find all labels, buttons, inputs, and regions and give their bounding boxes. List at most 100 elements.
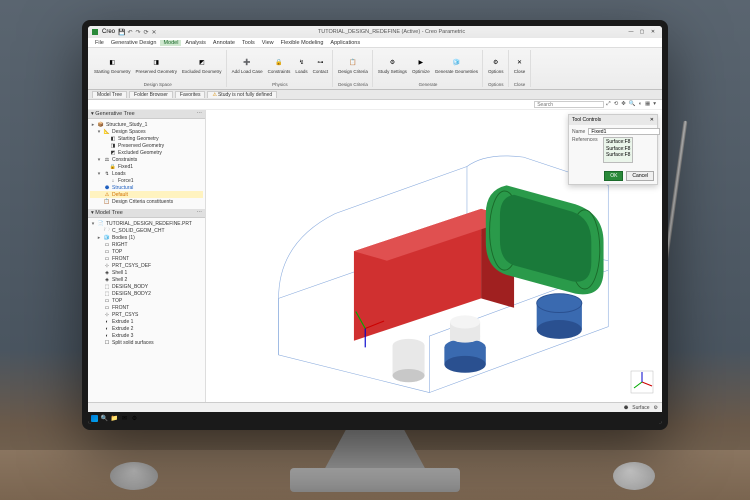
tree-item-fixed1[interactable]: 🔒Fixed1 — [90, 163, 203, 170]
status-item[interactable]: ⚙ — [654, 405, 658, 411]
tool-controls-panel: Tool Controls✕ Name References Surface:F… — [568, 114, 658, 185]
tree-item-design-body[interactable]: ⬚DESIGN_BODY — [90, 283, 203, 290]
menu-model[interactable]: Model — [160, 40, 181, 46]
status-item[interactable]: ⬣ — [624, 405, 628, 411]
tree-item-right[interactable]: ▭RIGHT — [90, 241, 203, 248]
taskbar-app-icon[interactable]: ⚙ — [131, 415, 138, 422]
ok-button[interactable]: OK — [604, 171, 623, 181]
menu-file[interactable]: File — [92, 40, 107, 46]
view-zoom-icon[interactable]: 🔍 — [629, 101, 636, 108]
tree-twisty-icon[interactable]: ▾ — [96, 171, 102, 177]
reference-item[interactable]: Surface:F8 — [606, 139, 630, 146]
refs-label: References — [572, 137, 600, 143]
view-shade-icon[interactable]: ◐ — [639, 101, 642, 108]
tree-item-front[interactable]: ▭FRONT — [90, 255, 203, 262]
menu-flexible-modeling[interactable]: Flexible Modeling — [278, 40, 327, 46]
cancel-button[interactable]: Cancel — [626, 171, 654, 181]
taskbar-app-icon[interactable]: ✉ — [121, 415, 128, 422]
tree-item-force1[interactable]: ↓Force1 — [90, 177, 203, 184]
tree-item-starting-geometry[interactable]: ◧Starting Geometry — [90, 135, 203, 142]
tree-item-design-spaces[interactable]: ▾📐Design Spaces — [90, 128, 203, 135]
view-pan-icon[interactable]: ✥ — [621, 101, 626, 108]
tree-item-bodies-1-[interactable]: ▸🧊Bodies (1) — [90, 234, 203, 241]
tree-item-top[interactable]: ▭TOP — [90, 248, 203, 255]
tree-node-icon: ↯ — [104, 171, 110, 177]
viewport-3d[interactable]: Tool Controls✕ Name References Surface:F… — [206, 110, 662, 402]
tree-item-extrude-2[interactable]: ◐Extrude 2 — [90, 325, 203, 332]
references-list[interactable]: Surface:F8Surface:F8Surface:F8 — [603, 137, 633, 163]
menu-annotate[interactable]: Annotate — [210, 40, 238, 46]
tab-study-is-not-fully-defined[interactable]: Study is not fully defined — [207, 91, 277, 98]
search-input[interactable] — [534, 101, 604, 108]
ribbon-design-criteria[interactable]: 📋Design Criteria — [336, 56, 370, 76]
tree-twisty-icon[interactable]: ▸ — [96, 235, 102, 241]
view-rotate-icon[interactable]: ⟲ — [614, 101, 619, 108]
qat-save-icon[interactable]: 💾 — [119, 29, 125, 35]
ribbon-starting-geometry[interactable]: ◧Starting Geometry — [92, 56, 133, 76]
taskbar-app-icon[interactable]: 🔍 — [101, 415, 108, 422]
tree-item-constraints[interactable]: ▾⚖Constraints — [90, 156, 203, 163]
tree-item-loads[interactable]: ▾↯Loads — [90, 170, 203, 177]
ribbon-add-load-case[interactable]: ➕Add Load Case — [230, 56, 265, 76]
name-input[interactable] — [588, 128, 660, 135]
tree-item-preserved-geometry[interactable]: ◨Preserved Geometry — [90, 142, 203, 149]
menu-view[interactable]: View — [259, 40, 277, 46]
ribbon-generate-geometries[interactable]: 🧊Generate Geometries — [433, 56, 480, 76]
tree-item-c-solid-geom-cht[interactable]: 🗁C_SOLID_GEOM_CHT — [90, 227, 203, 234]
tree-twisty-icon[interactable]: ▾ — [96, 157, 102, 163]
ribbon-contact[interactable]: ⊶Contact — [311, 56, 331, 76]
tree-twisty-icon[interactable]: ▾ — [90, 221, 96, 227]
tree-item-front[interactable]: ▭FRONT — [90, 304, 203, 311]
qat-undo-icon[interactable]: ↶ — [127, 29, 133, 35]
qat-redo-icon[interactable]: ↷ — [135, 29, 141, 35]
ribbon-loads[interactable]: ↯Loads — [293, 56, 309, 76]
ribbon-study-settings[interactable]: ⚙Study Settings — [376, 56, 409, 76]
menu-applications[interactable]: Applications — [327, 40, 363, 46]
tree-item-prt-csys-def[interactable]: ⊹PRT_CSYS_DEF — [90, 262, 203, 269]
menu-tools[interactable]: Tools — [239, 40, 258, 46]
tree-item-design-criteria-constituents[interactable]: 📋Design Criteria constituents — [90, 198, 203, 205]
status-item[interactable]: Surface — [632, 405, 649, 411]
close-window-icon[interactable]: ✕ — [648, 28, 658, 36]
tree-item-structure-study-1[interactable]: ▸📦Structure_Study_1 — [90, 121, 203, 128]
tree-twisty-icon[interactable]: ▸ — [90, 122, 96, 128]
tree-item-top[interactable]: ▭TOP — [90, 297, 203, 304]
model-tree-options-icon[interactable]: ⋯ — [197, 210, 203, 216]
menu-analysis[interactable]: Analysis — [182, 40, 208, 46]
view-saved-icon[interactable]: ▾ — [653, 101, 656, 108]
view-triad-icon[interactable] — [630, 370, 654, 394]
panel-close-icon[interactable]: ✕ — [650, 117, 654, 123]
tab-folder-browser[interactable]: Folder Browser — [129, 91, 173, 98]
ribbon-options[interactable]: ⚙Options — [486, 56, 506, 76]
tree-item-structural[interactable]: ⬣Structural — [90, 184, 203, 191]
start-button-icon[interactable] — [91, 415, 98, 422]
ribbon-close[interactable]: ✕Close — [512, 56, 528, 76]
tree-item-shell-2[interactable]: ◈Shell 2 — [90, 276, 203, 283]
view-fit-icon[interactable]: ⤢ — [606, 101, 610, 108]
menu-generative-design[interactable]: Generative Design — [108, 40, 160, 46]
tree-item-tutorial-design-redefine-prt[interactable]: ▾📄TUTORIAL_DESIGN_REDEFINE.PRT — [90, 220, 203, 227]
ribbon-excluded-geometry[interactable]: ◩Excluded Geometry — [180, 56, 224, 76]
qat-close-icon[interactable]: ✕ — [151, 29, 157, 35]
minimize-icon[interactable]: — — [626, 28, 636, 36]
reference-item[interactable]: Surface:F8 — [606, 152, 630, 159]
qat-regen-icon[interactable]: ⟳ — [143, 29, 149, 35]
view-wire-icon[interactable]: ▦ — [645, 101, 650, 108]
ribbon-optimize[interactable]: ▶Optimize — [410, 56, 432, 76]
tree-twisty-icon[interactable]: ▾ — [96, 129, 102, 135]
maximize-icon[interactable]: ▢ — [637, 28, 647, 36]
tree-item-design-body2[interactable]: ⬚DESIGN_BODY2 — [90, 290, 203, 297]
tree-options-icon[interactable]: ⋯ — [197, 111, 203, 117]
tab-favorites[interactable]: Favorites — [175, 91, 206, 98]
tab-model-tree[interactable]: Model Tree — [92, 91, 127, 98]
ribbon-constraints[interactable]: 🔒Constraints — [266, 56, 293, 76]
taskbar-app-icon[interactable]: 📁 — [111, 415, 118, 422]
tree-item-excluded-geometry[interactable]: ◩Excluded Geometry — [90, 149, 203, 156]
tree-item-extrude-3[interactable]: ◐Extrude 3 — [90, 332, 203, 339]
ribbon-preserved-geometry[interactable]: ◨Preserved Geometry — [134, 56, 180, 76]
tree-item-split-solid-surfaces[interactable]: ☐Split solid surfaces — [90, 339, 203, 346]
tree-item-prt-csys[interactable]: ⊹PRT_CSYS — [90, 311, 203, 318]
tree-item-extrude-1[interactable]: ◐Extrude 1 — [90, 318, 203, 325]
tree-item-default[interactable]: ⚠Default — [90, 191, 203, 198]
tree-item-shell-1[interactable]: ◈Shell 1 — [90, 269, 203, 276]
